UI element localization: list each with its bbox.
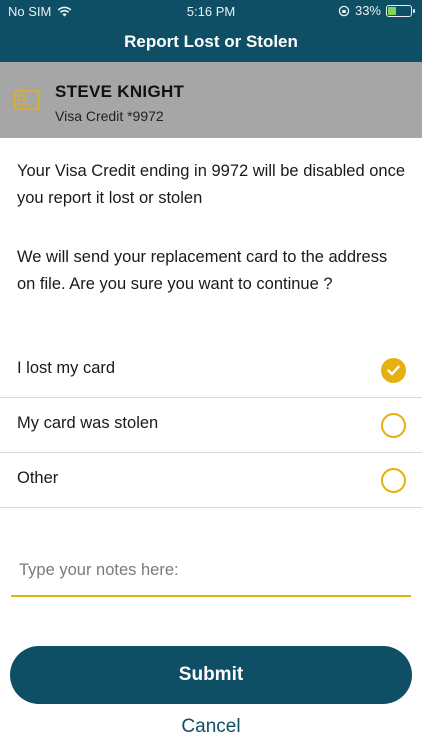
credit-card-icon [14,90,40,110]
card-banner: STEVE KNIGHT Visa Credit *9972 [0,62,422,138]
card-holder-name: STEVE KNIGHT [55,82,185,101]
option-label: I lost my card [17,359,116,377]
page-title: Report Lost or Stolen [124,32,298,51]
option-other[interactable]: Other [0,453,422,508]
status-bar: No SIM 5:16 PM 33% [0,0,422,22]
checked-radio-icon[interactable] [381,358,406,383]
app-header: No SIM 5:16 PM 33% Report Lost or Stolen [0,0,422,62]
disable-notice: Your Visa Credit ending in 9972 will be … [17,162,406,207]
option-lost-card[interactable]: I lost my card [0,343,422,398]
notes-input[interactable] [11,545,411,597]
radio-icon[interactable] [381,468,406,493]
battery-charging-icon [386,4,415,17]
status-right: 33% [338,3,415,18]
submit-button[interactable]: Submit [10,646,412,704]
option-label: Other [17,469,59,487]
radio-icon[interactable] [381,413,406,438]
battery-percent: 33% [354,3,381,18]
option-stolen-card[interactable]: My card was stolen [0,398,422,453]
replacement-notice: We will send your replacement card to th… [17,248,388,293]
card-description: Visa Credit *9972 [55,108,164,124]
cancel-button[interactable]: Cancel [0,716,422,738]
checkmark-icon [387,365,400,376]
orientation-lock-icon [338,5,350,16]
option-label: My card was stolen [17,414,159,432]
